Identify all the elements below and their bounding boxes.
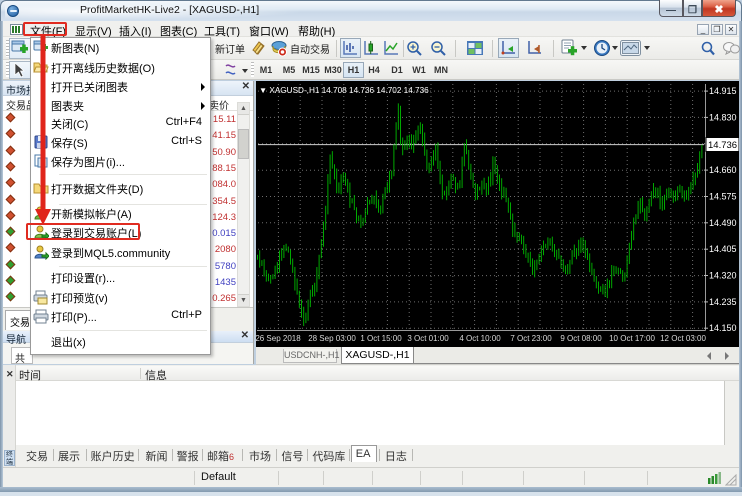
svg-text:12 Oct 03:00: 12 Oct 03:00 <box>660 334 706 343</box>
svg-text:14.575: 14.575 <box>709 192 737 202</box>
svg-text:▼ XAGUSD-,H1 14.708 14.736 14.: ▼ XAGUSD-,H1 14.708 14.736 14.702 14.736 <box>259 86 429 95</box>
svg-text:28 Sep 03:00: 28 Sep 03:00 <box>308 334 356 343</box>
svg-text:14.150: 14.150 <box>709 323 737 333</box>
svg-text:14.490: 14.490 <box>709 218 737 228</box>
svg-text:14.405: 14.405 <box>709 244 737 254</box>
svg-text:14.235: 14.235 <box>709 297 737 307</box>
svg-text:26 Sep 2018: 26 Sep 2018 <box>256 334 301 343</box>
svg-text:7 Oct 23:00: 7 Oct 23:00 <box>510 334 552 343</box>
svg-text:3 Oct 01:00: 3 Oct 01:00 <box>407 334 449 343</box>
svg-text:14.915: 14.915 <box>709 86 737 96</box>
svg-text:4 Oct 10:00: 4 Oct 10:00 <box>459 334 501 343</box>
svg-text:14.320: 14.320 <box>709 271 737 281</box>
svg-text:14.830: 14.830 <box>709 112 737 122</box>
svg-text:14.660: 14.660 <box>709 165 737 175</box>
svg-text:1 Oct 15:00: 1 Oct 15:00 <box>360 334 402 343</box>
svg-text:10 Oct 17:00: 10 Oct 17:00 <box>609 334 655 343</box>
svg-text:14.736: 14.736 <box>708 140 737 151</box>
svg-text:9 Oct 08:00: 9 Oct 08:00 <box>560 334 602 343</box>
